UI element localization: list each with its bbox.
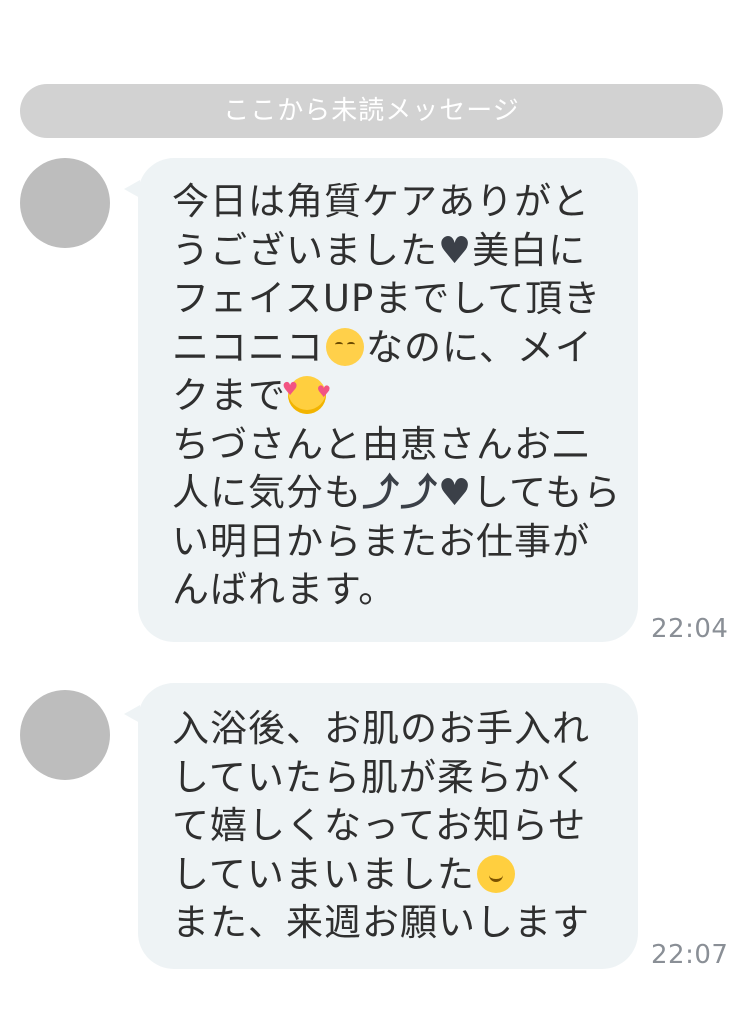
message-text: 人に気分も [172, 471, 362, 514]
message-line: クまで [172, 366, 618, 421]
black-heart-icon: ♥ [438, 228, 473, 272]
black-heart-icon: ♥ [438, 471, 473, 514]
message-line: ちづさんと由恵さんお二 [172, 422, 590, 466]
message-text: うございました [172, 228, 438, 272]
message-timestamp: 22:04 [651, 614, 729, 644]
message-line: フェイスUPまでして頂き [172, 277, 602, 320]
message-line: て嬉しくなってお知らせ [172, 804, 587, 847]
message-timestamp: 22:07 [651, 940, 729, 970]
message-text: ニコニコ [172, 325, 324, 369]
message-line: ニコニコ なのに、メイ [172, 324, 618, 373]
message-text: クまで [172, 374, 286, 417]
bubble-tail [124, 180, 140, 198]
message-line: んばれます。 [172, 568, 397, 611]
message-line: 人に気分も⤴⤴♥してもら [172, 469, 622, 518]
message-line: うございました♥美白に [172, 227, 618, 276]
message-line: 今日は角質ケアありがと [172, 180, 590, 223]
message-text: してもら [472, 471, 622, 514]
avatar[interactable] [20, 690, 110, 780]
smiling-face-emoji-icon [326, 327, 364, 366]
message-text: していまいました [172, 852, 475, 896]
happy-sparkle-emoji-icon [476, 854, 515, 893]
message-line: していまいました [172, 851, 618, 900]
message-line: 入浴後、お肌のお手入れ [172, 707, 590, 750]
message-text: なのに、メイ [366, 325, 593, 369]
message-bubble: 今日は角質ケアありがと うございました♥美白に フェイスUPまでして頂き ニコニ… [124, 158, 638, 642]
message-line: い明日からまたお仕事が [172, 519, 590, 563]
smiling-face-with-hearts-emoji-icon [282, 366, 332, 417]
up-arrow-icon: ⤴⤴ [362, 471, 438, 514]
message-line: また、来週お願いします [172, 901, 590, 944]
bubble-tail [124, 705, 140, 723]
unread-messages-banner: ここから未読メッセージ [20, 84, 723, 138]
avatar[interactable] [20, 158, 110, 248]
message-bubble: 入浴後、お肌のお手入れ していたら肌が柔らかく て嬉しくなってお知らせ していま… [124, 683, 638, 969]
message-text: 美白に [472, 228, 587, 272]
message-line: していたら肌が柔らかく [172, 755, 589, 799]
